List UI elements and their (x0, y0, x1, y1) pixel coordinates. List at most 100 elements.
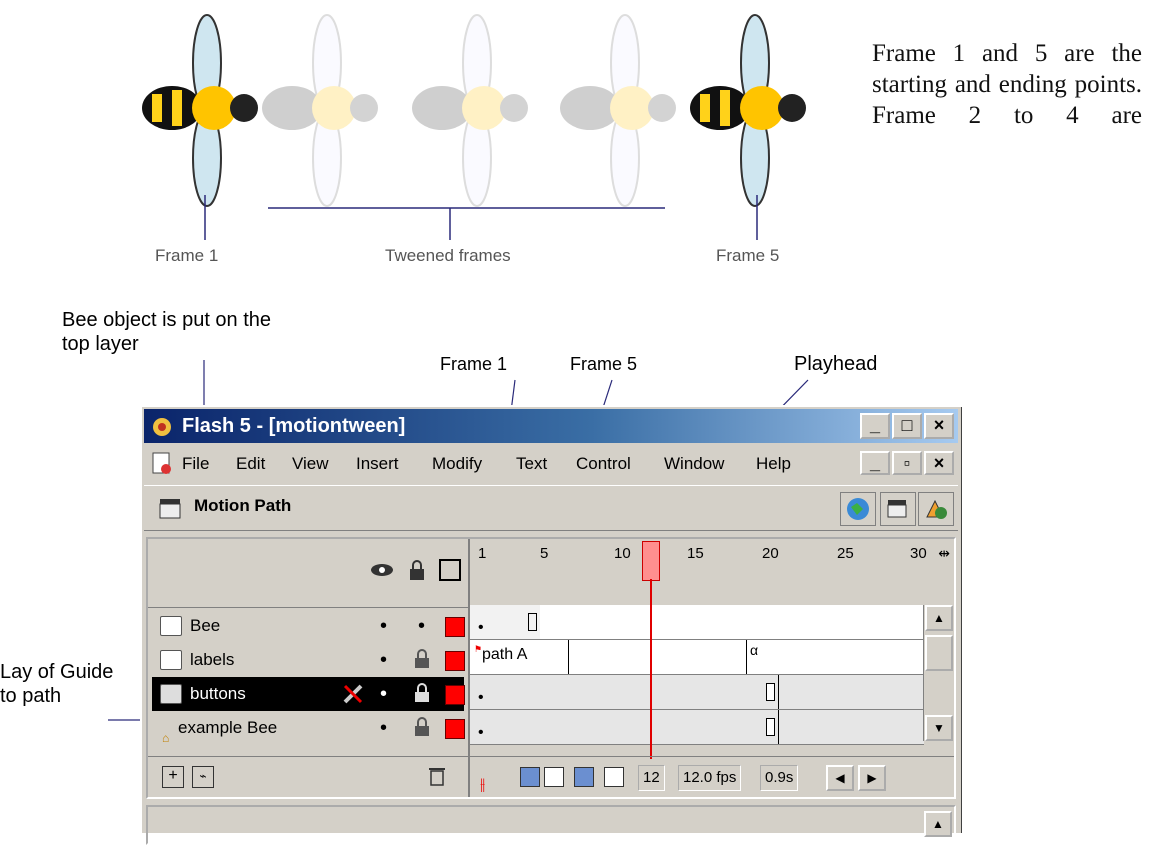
layer-row-buttons[interactable]: buttons • (152, 677, 465, 711)
ruler-label: 10 (614, 545, 631, 562)
frames-panel: 1 5 10 15 20 25 30 ⇹ • ⚑ path A α • • ▲ … (470, 539, 954, 797)
ruler-label: 25 (837, 545, 854, 562)
layer-row-labels[interactable]: labels • (152, 643, 465, 677)
scene-clapper-icon (158, 496, 184, 520)
layer-icon (160, 650, 182, 670)
menu-control[interactable]: Control (576, 447, 631, 481)
flash-window: Flash 5 - [motiontween] _ □ × File Edit … (140, 405, 962, 845)
onion-outline-icon[interactable] (544, 767, 564, 787)
lock-icon[interactable] (414, 683, 430, 703)
visible-dot-icon[interactable]: • (380, 609, 387, 643)
frame-row-example-bee[interactable]: • (470, 710, 924, 745)
title-bar[interactable]: Flash 5 - [motiontween] _ □ × (144, 409, 958, 443)
guide-layer-icon: ⌂ (162, 731, 170, 745)
edit-symbol-icon[interactable] (918, 492, 954, 526)
ruler-label: 5 (540, 545, 549, 562)
scene-name: Motion Path (194, 496, 292, 515)
label-flag-icon: ⚑ (474, 644, 483, 654)
minimize-button[interactable]: _ (860, 413, 890, 439)
frame-rate-field[interactable]: 12.0 fps (678, 765, 742, 791)
playhead[interactable] (642, 541, 660, 581)
menu-window[interactable]: Window (664, 447, 724, 481)
end-frame-icon[interactable] (766, 683, 775, 701)
visible-dot-icon[interactable]: • (380, 643, 387, 677)
layer-name: buttons (190, 684, 246, 703)
frame-label-path-a: path A (482, 646, 528, 663)
scene-toolbar: Motion Path (144, 485, 958, 531)
window-title: Flash 5 - [motiontween] (182, 415, 406, 437)
ruler-label: 30 (910, 545, 927, 562)
elapsed-time-field: 0.9s (760, 765, 799, 791)
layer-icon (160, 684, 182, 704)
outline-color-swatch[interactable] (445, 685, 465, 705)
stage-scroll-up-icon[interactable]: ▲ (924, 811, 952, 837)
layers-header (148, 539, 468, 608)
layer-row-example-bee[interactable]: ⌂ example Bee • (152, 711, 465, 745)
menu-file[interactable]: File (182, 447, 209, 481)
menu-view[interactable]: View (292, 447, 329, 481)
close-button[interactable]: × (924, 413, 954, 439)
scroll-right-icon[interactable]: ▶ (858, 765, 886, 791)
outline-color-swatch[interactable] (445, 651, 465, 671)
modify-onion-markers-icon[interactable] (604, 767, 624, 787)
stage-area[interactable]: ▲ (146, 805, 956, 845)
ruler-label: 15 (687, 545, 704, 562)
frame-divider (746, 640, 747, 674)
layers-panel: Bee • • labels • buttons • ⌂ example Bee… (148, 539, 470, 797)
unlock-dot-icon[interactable]: • (418, 609, 425, 643)
timeline-statusbar: ⫲ 12 12.0 fps 0.9s ◀ ▶ (470, 756, 954, 797)
current-frame-field: 12 (638, 765, 665, 791)
flash-app-icon (150, 415, 174, 437)
layer-icon (160, 616, 182, 636)
frame-divider (778, 675, 779, 709)
eye-icon[interactable] (370, 561, 394, 584)
scroll-up-icon[interactable]: ▲ (925, 605, 953, 631)
add-guide-layer-icon[interactable]: ⌁ (192, 766, 214, 788)
frame-divider (568, 640, 569, 674)
layer-name: labels (190, 650, 235, 669)
keyframe-dot-icon[interactable]: • (478, 689, 484, 707)
lock-icon[interactable] (408, 559, 426, 586)
keyframe-dot-icon[interactable]: • (478, 724, 484, 742)
layer-row-bee[interactable]: Bee • • (152, 609, 465, 643)
doc-minimize-button[interactable]: _ (860, 451, 890, 475)
menu-text[interactable]: Text (516, 447, 547, 481)
doc-close-button[interactable]: × (924, 451, 954, 475)
document-icon[interactable] (150, 452, 174, 476)
visible-dot-icon[interactable]: • (380, 711, 387, 745)
frame-divider (778, 710, 779, 744)
scroll-thumb[interactable] (925, 635, 953, 671)
menu-help[interactable]: Help (756, 447, 791, 481)
edit-scene-icon[interactable] (880, 492, 916, 526)
ruler-label: 1 (478, 545, 487, 562)
outline-color-swatch[interactable] (445, 719, 465, 739)
layer-name: Bee (190, 616, 221, 635)
frame-label-alpha: α (750, 642, 759, 658)
outline-icon[interactable] (439, 559, 461, 581)
end-frame-icon[interactable] (766, 718, 775, 736)
timeline-vscrollbar[interactable]: ▲ ▼ (923, 605, 954, 741)
scroll-left-icon[interactable]: ◀ (826, 765, 854, 791)
frame-row-bee[interactable]: • (470, 605, 924, 640)
menu-modify[interactable]: Modify (432, 447, 482, 481)
menu-edit[interactable]: Edit (236, 447, 265, 481)
frame-row-buttons[interactable]: • (470, 675, 924, 710)
visible-dot-icon[interactable]: • (380, 677, 387, 711)
trash-icon[interactable] (428, 765, 446, 792)
frame-row-labels[interactable]: ⚑ path A α (470, 640, 924, 675)
globe-icon[interactable] (840, 492, 876, 526)
lock-icon[interactable] (414, 717, 430, 737)
menu-insert[interactable]: Insert (356, 447, 399, 481)
maximize-button[interactable]: □ (892, 413, 922, 439)
outline-color-swatch[interactable] (445, 617, 465, 637)
center-frame-marker-icon[interactable]: ⫲ (480, 765, 485, 805)
doc-restore-button[interactable]: ▫ (892, 451, 922, 475)
edit-multiple-frames-icon[interactable] (574, 767, 594, 787)
lock-icon[interactable] (414, 649, 430, 669)
add-layer-icon[interactable]: + (162, 766, 184, 788)
center-frame-icon[interactable]: ⇹ (938, 545, 950, 562)
scroll-down-icon[interactable]: ▼ (925, 715, 953, 741)
ruler-label: 20 (762, 545, 779, 562)
frame-ruler[interactable]: 1 5 10 15 20 25 30 ⇹ (470, 539, 950, 606)
onion-skin-icon[interactable] (520, 767, 540, 787)
